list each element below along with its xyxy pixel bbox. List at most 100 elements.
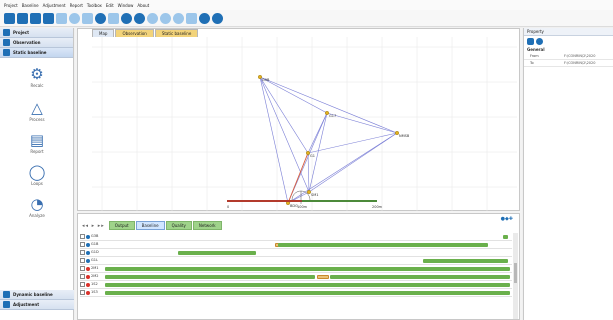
info-icon[interactable]	[199, 12, 210, 24]
observation-bar[interactable]	[330, 275, 510, 279]
row-checkbox[interactable]	[80, 282, 85, 287]
center-area: Map Observation Static baseline G9B G17 NM…	[75, 28, 522, 320]
status-dot-icon	[86, 250, 90, 255]
menu-toolbox[interactable]: Toolbox	[87, 3, 102, 8]
section-dynamic-baseline[interactable]: Dynamic baseline	[0, 290, 74, 300]
zoom-out-icon[interactable]	[160, 12, 171, 24]
baseline-link-flagged[interactable]	[287, 152, 309, 204]
observation-bar[interactable]	[503, 235, 508, 239]
observation-bar[interactable]	[105, 291, 510, 295]
tab-observation[interactable]: Observation	[115, 29, 154, 37]
baseline-row[interactable]: 2M1	[80, 265, 512, 273]
baseline-link[interactable]	[308, 132, 398, 193]
row-id: G1B	[91, 242, 99, 246]
row-checkbox[interactable]	[80, 274, 85, 279]
baseline-row[interactable]: 1S3	[80, 289, 512, 297]
menu-project[interactable]: Project	[4, 3, 18, 8]
baseline-link[interactable]	[259, 76, 289, 204]
property-group: General	[527, 47, 545, 52]
refresh-icon[interactable]	[134, 12, 145, 24]
row-checkbox[interactable]	[80, 266, 85, 271]
menu-edit[interactable]: Edit	[106, 3, 114, 8]
menu-about[interactable]: About	[137, 3, 149, 8]
section-adjustment[interactable]: Adjustment	[0, 300, 74, 310]
open-folder-icon[interactable]	[17, 12, 28, 24]
row-checkbox[interactable]	[80, 258, 85, 263]
tab-map[interactable]: Map	[92, 29, 115, 37]
scrollbar-thumb[interactable]	[514, 263, 517, 283]
tool-loops[interactable]: ◯ Loops	[0, 164, 74, 186]
baseline-row[interactable]: 1S2	[80, 281, 512, 289]
document-tabs: Map Observation Static baseline	[78, 29, 199, 37]
help-icon[interactable]	[212, 12, 223, 24]
network-map[interactable]: G9BG17NMSBG1SM1BDG 0 100m 200m	[92, 37, 517, 211]
add-point-icon[interactable]	[82, 12, 93, 24]
observation-icon	[3, 39, 10, 46]
baseline-link[interactable]	[259, 76, 309, 154]
row-checkbox[interactable]	[80, 250, 85, 255]
dynamic-baseline-icon	[3, 291, 10, 298]
property-title: Property	[524, 28, 613, 36]
observation-bar[interactable]	[105, 275, 315, 279]
sort-icon[interactable]	[527, 37, 534, 45]
tab-output[interactable]: Output	[108, 221, 135, 230]
row-checkbox[interactable]	[80, 242, 85, 247]
tool-analyze[interactable]: ◔ Analyze	[0, 196, 74, 218]
row-checkbox[interactable]	[80, 234, 85, 239]
tab-network[interactable]: Network	[192, 221, 222, 230]
menu-adjustment[interactable]: Adjustment	[43, 3, 66, 8]
baseline-row[interactable]: G1B	[80, 241, 512, 249]
settings-icon[interactable]	[69, 12, 80, 24]
zoom-in-icon[interactable]	[147, 12, 158, 24]
observation-bar-highlight[interactable]	[317, 275, 329, 279]
baseline-link[interactable]	[308, 112, 328, 193]
panel-tools-icon[interactable]: ●◆✚	[501, 216, 513, 222]
save-icon[interactable]	[30, 12, 41, 24]
process-icon[interactable]	[95, 12, 106, 24]
baseline-link[interactable]	[326, 112, 398, 134]
row-id: G1L	[91, 258, 98, 262]
baseline-link[interactable]	[259, 76, 328, 114]
tab-quality[interactable]: Quality	[165, 221, 192, 230]
history-icon[interactable]	[173, 12, 184, 24]
row-id: 1S2	[91, 282, 98, 286]
menu-window[interactable]: Window	[118, 3, 134, 8]
baseline-link[interactable]	[307, 132, 398, 154]
tab-static-baseline[interactable]: Static baseline	[154, 29, 199, 37]
observation-bar[interactable]	[278, 243, 488, 247]
scale-label: 200m	[372, 205, 383, 209]
globe-icon[interactable]	[536, 37, 543, 45]
observation-bar[interactable]	[178, 251, 256, 255]
adjustment-icon	[3, 301, 10, 308]
menu-baseline[interactable]: Baseline	[22, 3, 39, 8]
observation-bar[interactable]	[423, 259, 508, 263]
report-icon[interactable]	[108, 12, 119, 24]
row-checkbox[interactable]	[80, 290, 85, 295]
section-static-baseline[interactable]: Static baseline	[0, 48, 73, 58]
row-id: G1D	[91, 250, 99, 254]
tool-report[interactable]: ▤ Report	[0, 132, 74, 154]
new-project-icon[interactable]	[4, 12, 15, 24]
tool-process[interactable]: △ Process	[0, 100, 74, 122]
import-icon[interactable]	[43, 12, 54, 24]
lower-tabs: ◂◂ ▸ ▸▸ Output Baseline Quality Network	[82, 221, 222, 230]
baseline-link[interactable]	[307, 152, 310, 193]
menu-report[interactable]: Report	[70, 3, 83, 8]
pan-icon[interactable]	[186, 12, 197, 24]
triangle-icon[interactable]	[56, 12, 67, 24]
vertical-scrollbar[interactable]	[513, 233, 518, 319]
section-observation[interactable]: Observation	[0, 38, 73, 48]
tab-baseline[interactable]: Baseline	[135, 221, 165, 230]
baseline-row[interactable]: G1D	[80, 249, 512, 257]
baseline-row[interactable]: 2M2	[80, 273, 512, 281]
section-project[interactable]: Project	[0, 28, 73, 38]
observation-bar[interactable]	[105, 267, 510, 271]
tool-recalc[interactable]: ⚙ Recalc	[0, 66, 74, 88]
nav-buttons[interactable]: ◂◂ ▸ ▸▸	[82, 223, 105, 229]
baseline-link[interactable]	[287, 132, 398, 204]
baseline-row[interactable]: G1L	[80, 257, 512, 265]
network-icon[interactable]	[121, 12, 132, 24]
station-label: SM1	[311, 193, 318, 197]
observation-bar[interactable]	[105, 283, 510, 287]
baseline-row[interactable]: G3B	[80, 233, 512, 241]
